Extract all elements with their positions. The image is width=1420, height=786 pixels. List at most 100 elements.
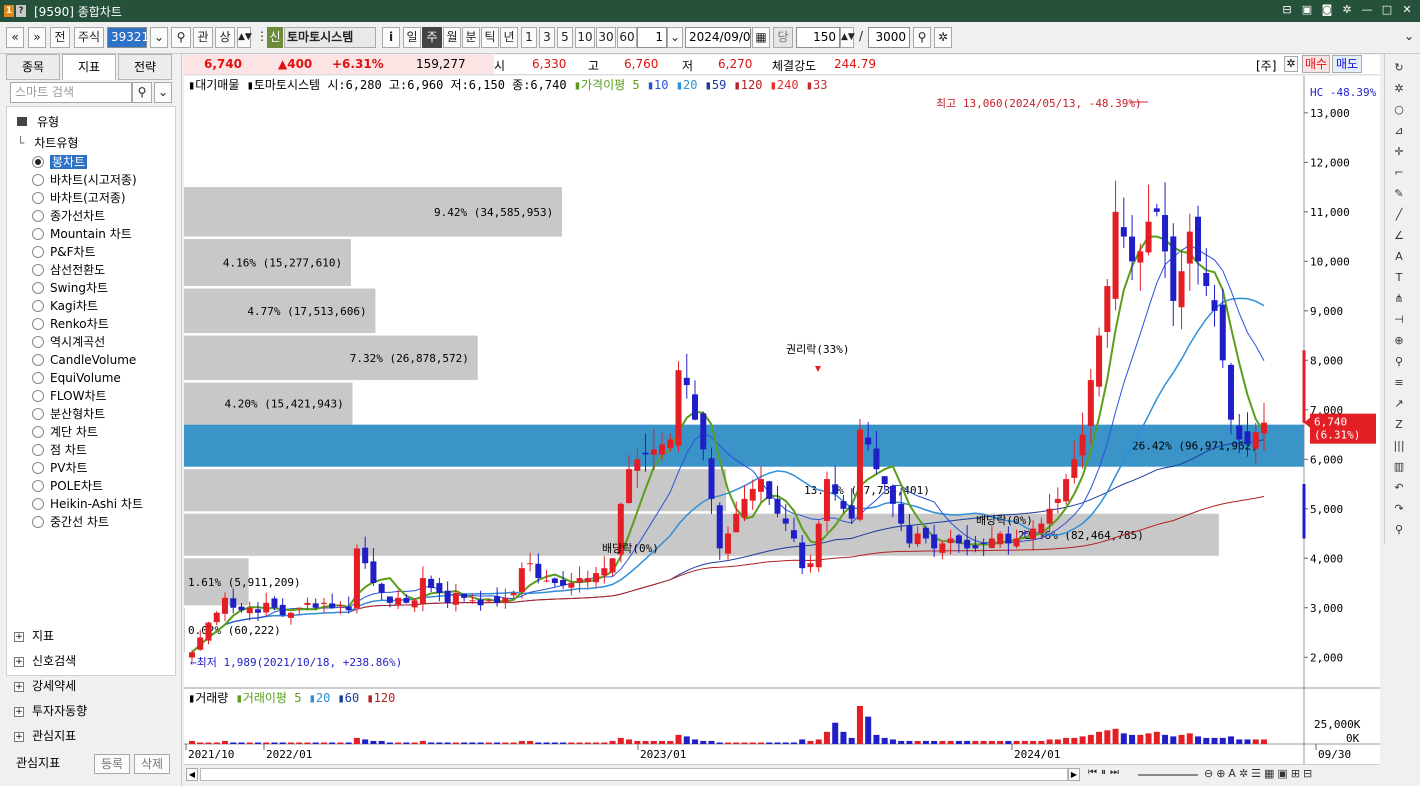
chart-type-item[interactable]: POLE차트: [32, 477, 103, 495]
scroll-right-button[interactable]: ▶: [1068, 768, 1080, 781]
radio-icon[interactable]: [32, 246, 44, 258]
radio-icon[interactable]: [32, 174, 44, 186]
tab-strategy[interactable]: 전략: [118, 54, 172, 80]
radio-icon[interactable]: [32, 390, 44, 402]
folder-indicator[interactable]: + 지표: [14, 626, 54, 646]
gwan-button[interactable]: 관: [193, 27, 213, 48]
dang-button[interactable]: 당: [773, 27, 793, 48]
scroll-left-button[interactable]: ◀: [186, 768, 198, 781]
chart-type-item[interactable]: PV차트: [32, 459, 88, 477]
code-dropdown[interactable]: ⌄: [150, 27, 168, 48]
buy-button[interactable]: 매수: [1302, 55, 1330, 73]
count-spinner[interactable]: ▲▼: [840, 27, 855, 48]
redo-icon[interactable]: ↷: [1391, 501, 1407, 517]
playback-controls[interactable]: ⏮⏸⏭: [1088, 767, 1123, 778]
radio-icon[interactable]: [32, 210, 44, 222]
folder-signal-search[interactable]: + 신호검색: [14, 651, 76, 671]
chart-type-item[interactable]: 역시계곡선: [32, 333, 105, 351]
date-input[interactable]: 2024/09/01: [685, 27, 758, 48]
circle-icon[interactable]: ○: [1391, 102, 1407, 118]
tree-group[interactable]: └ 차트유형: [17, 134, 78, 152]
stock-code-input[interactable]: 393210: [107, 27, 157, 48]
camera-icon[interactable]: ◙: [1320, 3, 1334, 17]
radio-icon[interactable]: [32, 462, 44, 474]
calendar-button[interactable]: ▦: [752, 27, 770, 48]
zoom-controls[interactable]: ⊖⊕A✲☰▦▣⊞⊟: [1204, 767, 1315, 780]
chart-type-item[interactable]: 봉차트: [32, 153, 88, 171]
radio-icon[interactable]: [32, 282, 44, 294]
interval-10[interactable]: 10: [575, 27, 595, 48]
chart-settings-button[interactable]: ✲: [934, 27, 952, 48]
chart-type-item[interactable]: CandleVolume: [32, 351, 136, 369]
chart-type-item[interactable]: FLOW차트: [32, 387, 107, 405]
radio-icon[interactable]: [32, 372, 44, 384]
close-icon[interactable]: ✕: [1400, 3, 1414, 17]
register-button[interactable]: 등록: [94, 754, 130, 774]
chart-type-item[interactable]: 분산형차트: [32, 405, 105, 423]
chart-type-item[interactable]: 중간선 차트: [32, 513, 109, 531]
text-icon[interactable]: T: [1391, 270, 1407, 286]
max-count-input[interactable]: 3000: [868, 27, 910, 48]
sang-button[interactable]: 상: [215, 27, 235, 48]
scroll-track[interactable]: [200, 768, 1068, 781]
radio-icon[interactable]: [32, 480, 44, 492]
radio-icon[interactable]: [32, 426, 44, 438]
sell-button[interactable]: 매도: [1332, 55, 1362, 73]
auto-icon[interactable]: A: [1391, 249, 1407, 265]
period-month[interactable]: 월: [443, 27, 461, 48]
radio-icon[interactable]: [32, 444, 44, 456]
help-badge[interactable]: ?: [16, 5, 26, 17]
radio-icon[interactable]: [32, 192, 44, 204]
zoom-icon[interactable]: ⚲: [1391, 354, 1407, 370]
zoom-button[interactable]: ⚲: [913, 27, 931, 48]
prev-stock-button[interactable]: «: [6, 27, 24, 48]
arrow-icon[interactable]: ↗: [1391, 396, 1407, 412]
chart-type-item[interactable]: 종가선차트: [32, 207, 105, 225]
stock-name-field[interactable]: 토마토시스템: [284, 27, 376, 48]
crosshair-icon[interactable]: ✛: [1391, 144, 1407, 160]
magnify-icon[interactable]: ⚲: [1391, 522, 1407, 538]
chart-type-item[interactable]: 바차트(시고저종): [32, 171, 137, 189]
z-icon[interactable]: Z: [1391, 417, 1407, 433]
collapse-button[interactable]: ⌄: [1402, 27, 1416, 48]
stock-history-button[interactable]: »: [28, 27, 46, 48]
radio-icon[interactable]: [32, 498, 44, 510]
refresh-icon[interactable]: ↻: [1391, 60, 1407, 76]
chart-type-item[interactable]: 삼선전환도: [32, 261, 105, 279]
settings-icon[interactable]: ✲: [1391, 81, 1407, 97]
period-minute[interactable]: 분: [462, 27, 480, 48]
settings-icon[interactable]: ✲: [1340, 3, 1354, 17]
updown-spinner[interactable]: ▲▼: [237, 27, 252, 48]
tree-root[interactable]: 유형: [17, 113, 59, 131]
interval-30[interactable]: 30: [596, 27, 616, 48]
interval-60[interactable]: 60: [617, 27, 637, 48]
folder-favorite[interactable]: + 관심지표: [14, 726, 76, 746]
search-expand-button[interactable]: ⌄: [154, 82, 172, 103]
chart-type-item[interactable]: Renko차트: [32, 315, 109, 333]
tab-stock[interactable]: 종목: [6, 54, 60, 80]
period-week[interactable]: 주: [422, 27, 442, 48]
save-icon[interactable]: ▣: [1300, 3, 1314, 17]
chart-type-item[interactable]: Mountain 차트: [32, 225, 132, 243]
period-year[interactable]: 년: [500, 27, 518, 48]
grid-icon[interactable]: ▥: [1391, 459, 1407, 475]
chart-area[interactable]: 13,000 12,000 11,000 10,000 9,000 8,000 7,000 6…: [184, 76, 1380, 766]
gear-icon[interactable]: ✲: [1284, 56, 1298, 72]
chart-type-item[interactable]: Kagi차트: [32, 297, 98, 315]
period-tick[interactable]: 틱: [481, 27, 499, 48]
zoom-slider[interactable]: [1138, 774, 1198, 776]
interval-input[interactable]: 1: [637, 27, 667, 48]
radio-icon[interactable]: [32, 516, 44, 528]
radio-icon[interactable]: [32, 264, 44, 276]
smart-search-button[interactable]: ⚲: [132, 82, 152, 103]
folder-strength[interactable]: + 강세약세: [14, 676, 76, 696]
chart-icon[interactable]: ⊿: [1391, 123, 1407, 139]
chart-type-item[interactable]: P&F차트: [32, 243, 96, 261]
chart-type-item[interactable]: 점 차트: [32, 441, 87, 459]
chart-type-item[interactable]: EquiVolume: [32, 369, 121, 387]
angle-icon[interactable]: ∠: [1391, 228, 1407, 244]
count-input[interactable]: 150: [796, 27, 840, 48]
tab-indicator[interactable]: 지표: [62, 54, 116, 80]
zoom-in-icon[interactable]: ⊕: [1391, 333, 1407, 349]
interval-3[interactable]: 3: [539, 27, 555, 48]
